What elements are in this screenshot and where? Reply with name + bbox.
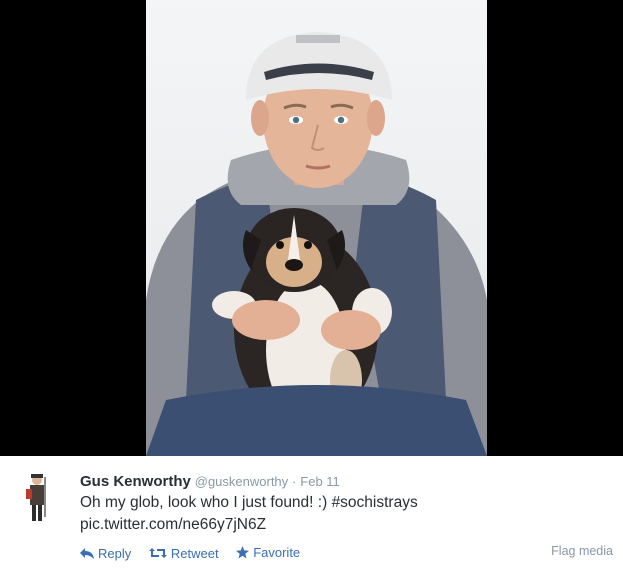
tweet-text-line2[interactable]: pic.twitter.com/ne66y7jN6Z xyxy=(80,516,266,534)
favorite-button[interactable]: Favorite xyxy=(236,545,300,560)
avatar[interactable] xyxy=(20,471,54,523)
tweet-actions: Reply Retweet Favorite xyxy=(80,545,314,562)
author-name[interactable]: Gus Kenworthy xyxy=(80,473,191,490)
retweet-button[interactable]: Retweet xyxy=(148,545,219,561)
reply-label: Reply xyxy=(98,545,132,561)
header-separator: · xyxy=(292,474,297,489)
photo-man-holding-puppy xyxy=(146,32,487,456)
tweet-photo[interactable] xyxy=(146,0,487,456)
tweet: Gus Kenworthy @guskenworthy · Feb 11 Oh … xyxy=(0,456,623,576)
tweet-date[interactable]: Feb 11 xyxy=(300,474,340,489)
author-username[interactable]: @guskenworthy xyxy=(195,474,288,489)
retweet-label: Retweet xyxy=(170,545,219,561)
flag-media-link[interactable]: Flag media xyxy=(551,544,613,558)
tweet-text-line1: Oh my glob, look who I just found! :) #s… xyxy=(80,494,418,511)
tweet-header: Gus Kenworthy @guskenworthy · Feb 11 xyxy=(80,472,340,491)
reply-icon xyxy=(80,548,94,559)
star-icon xyxy=(236,546,250,559)
favorite-label: Favorite xyxy=(253,545,301,560)
retweet-icon xyxy=(148,548,167,558)
reply-button[interactable]: Reply xyxy=(80,546,131,561)
tweet-media xyxy=(0,0,623,456)
